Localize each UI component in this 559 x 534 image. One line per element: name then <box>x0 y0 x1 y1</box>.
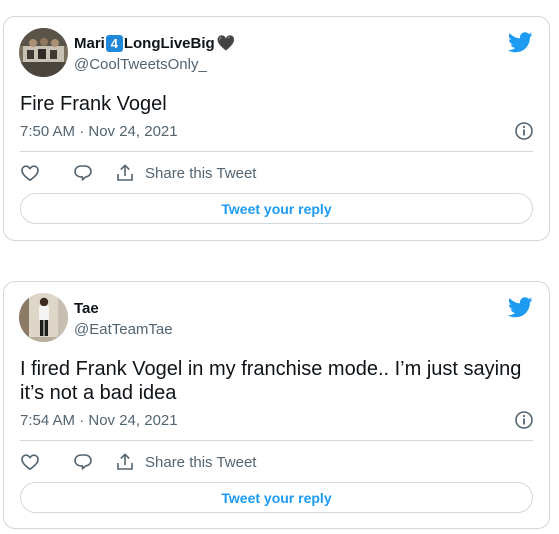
action-bar: Share this Tweet <box>20 452 256 472</box>
tweet-card: Mari 4 LongLiveBig 🖤 @CoolTweetsOnly_ Fi… <box>3 16 550 241</box>
display-name-text-suffix: LongLiveBig <box>123 34 215 52</box>
avatar-photo <box>19 293 68 342</box>
twitter-bird-icon[interactable] <box>508 297 533 318</box>
user-handle[interactable]: @CoolTweetsOnly_ <box>74 56 207 73</box>
avatar[interactable] <box>19 293 68 342</box>
twitter-bird-icon[interactable] <box>508 32 533 53</box>
comment-bubble-icon[interactable] <box>73 452 93 472</box>
tweet-card: Tae @EatTeamTae I fired Frank Vogel in m… <box>3 281 550 529</box>
share-tweet-button[interactable]: Share this Tweet <box>115 452 256 472</box>
info-icon[interactable] <box>514 121 534 141</box>
heart-icon[interactable] <box>20 163 40 183</box>
divider <box>20 151 533 152</box>
divider <box>20 440 533 441</box>
avatar-photo <box>19 28 68 77</box>
tweet-text: I fired Frank Vogel in my franchise mode… <box>20 358 522 404</box>
share-upload-icon <box>117 453 133 470</box>
heart-icon[interactable] <box>20 452 40 472</box>
display-name[interactable]: Mari 4 LongLiveBig 🖤 <box>74 34 235 52</box>
user-handle[interactable]: @EatTeamTae <box>74 321 173 338</box>
tweet-timestamp[interactable]: 7:54 AM · Nov 24, 2021 <box>20 412 178 429</box>
keycap-number-badge: 4 <box>105 34 123 52</box>
share-label: Share this Tweet <box>145 453 257 471</box>
comment-bubble-icon[interactable] <box>73 163 93 183</box>
share-label: Share this Tweet <box>145 164 257 182</box>
tweet-your-reply-button[interactable]: Tweet your reply <box>20 193 533 224</box>
avatar[interactable] <box>19 28 68 77</box>
display-name-text: Mari <box>74 34 105 52</box>
share-upload-icon <box>117 164 133 181</box>
share-tweet-button[interactable]: Share this Tweet <box>115 163 256 183</box>
info-icon[interactable] <box>514 410 534 430</box>
action-bar: Share this Tweet <box>20 163 256 183</box>
display-name-text: Tae <box>74 300 99 317</box>
tweet-timestamp[interactable]: 7:50 AM · Nov 24, 2021 <box>20 123 178 140</box>
tweet-text: Fire Frank Vogel <box>20 93 167 115</box>
tweet-your-reply-button[interactable]: Tweet your reply <box>20 482 533 513</box>
display-name[interactable]: Tae <box>74 300 99 317</box>
black-heart-icon: 🖤 <box>216 35 236 52</box>
